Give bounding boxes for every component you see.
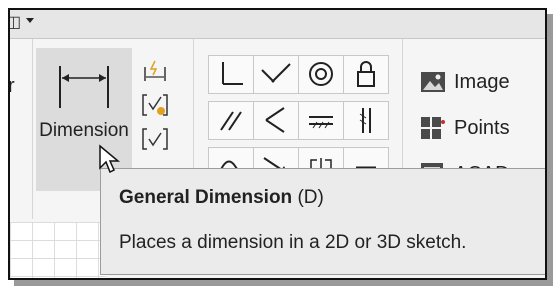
coincident-constraint-button[interactable] bbox=[208, 55, 254, 94]
points-label[interactable]: Points bbox=[454, 117, 510, 140]
constraint-settings-button[interactable] bbox=[141, 125, 169, 153]
dimension-button-label: Dimension bbox=[39, 120, 129, 141]
image-icon[interactable] bbox=[420, 69, 446, 95]
tooltip-description: Places a dimension in a 2D or 3D sketch. bbox=[119, 232, 467, 253]
parallel-icon bbox=[220, 111, 242, 131]
constraint-settings-icon bbox=[142, 128, 168, 150]
app-icon[interactable]: ◫ bbox=[10, 14, 22, 32]
fix-constraint-button[interactable] bbox=[343, 55, 389, 94]
vertical-icon bbox=[359, 108, 371, 133]
tooltip: General Dimension (D) Places a dimension… bbox=[100, 168, 545, 275]
collinear-constraint-button[interactable] bbox=[253, 55, 299, 94]
tooltip-title: General Dimension bbox=[119, 187, 293, 208]
collinear-icon bbox=[261, 63, 291, 83]
quick-access-toolbar: ◫ bbox=[10, 10, 545, 39]
horizontal-icon bbox=[309, 116, 333, 129]
lock-icon bbox=[357, 61, 375, 87]
panel-separator bbox=[32, 39, 33, 219]
dimension-icon bbox=[59, 66, 109, 108]
image-label[interactable]: Image bbox=[454, 71, 510, 94]
show-constraints-icon bbox=[142, 94, 168, 116]
screenshot-frame: ◫ r Dimension bbox=[8, 8, 547, 280]
points-icon[interactable] bbox=[420, 115, 446, 141]
horizontal-constraint-button[interactable] bbox=[298, 101, 344, 140]
auto-dimension-button[interactable] bbox=[141, 57, 169, 85]
tooltip-shortcut: (D) bbox=[297, 187, 324, 208]
vertical-constraint-button[interactable] bbox=[343, 101, 389, 140]
concentric-icon bbox=[309, 62, 333, 86]
perpendicular-icon bbox=[222, 62, 243, 85]
graphics-grid-background bbox=[10, 222, 106, 278]
auto-dimension-icon bbox=[144, 60, 166, 81]
qat-dropdown-caret-icon[interactable] bbox=[26, 18, 34, 23]
concentric-constraint-button[interactable] bbox=[298, 55, 344, 94]
tangent-icon bbox=[265, 107, 285, 133]
parallel-constraint-button[interactable] bbox=[208, 101, 254, 140]
truncated-label-fragment: r bbox=[8, 75, 15, 97]
tooltip-title-line: General Dimension (D) bbox=[119, 187, 324, 209]
show-constraints-button[interactable] bbox=[141, 91, 169, 119]
arrow-cursor bbox=[99, 144, 121, 174]
tangent-constraint-button[interactable] bbox=[253, 101, 299, 140]
